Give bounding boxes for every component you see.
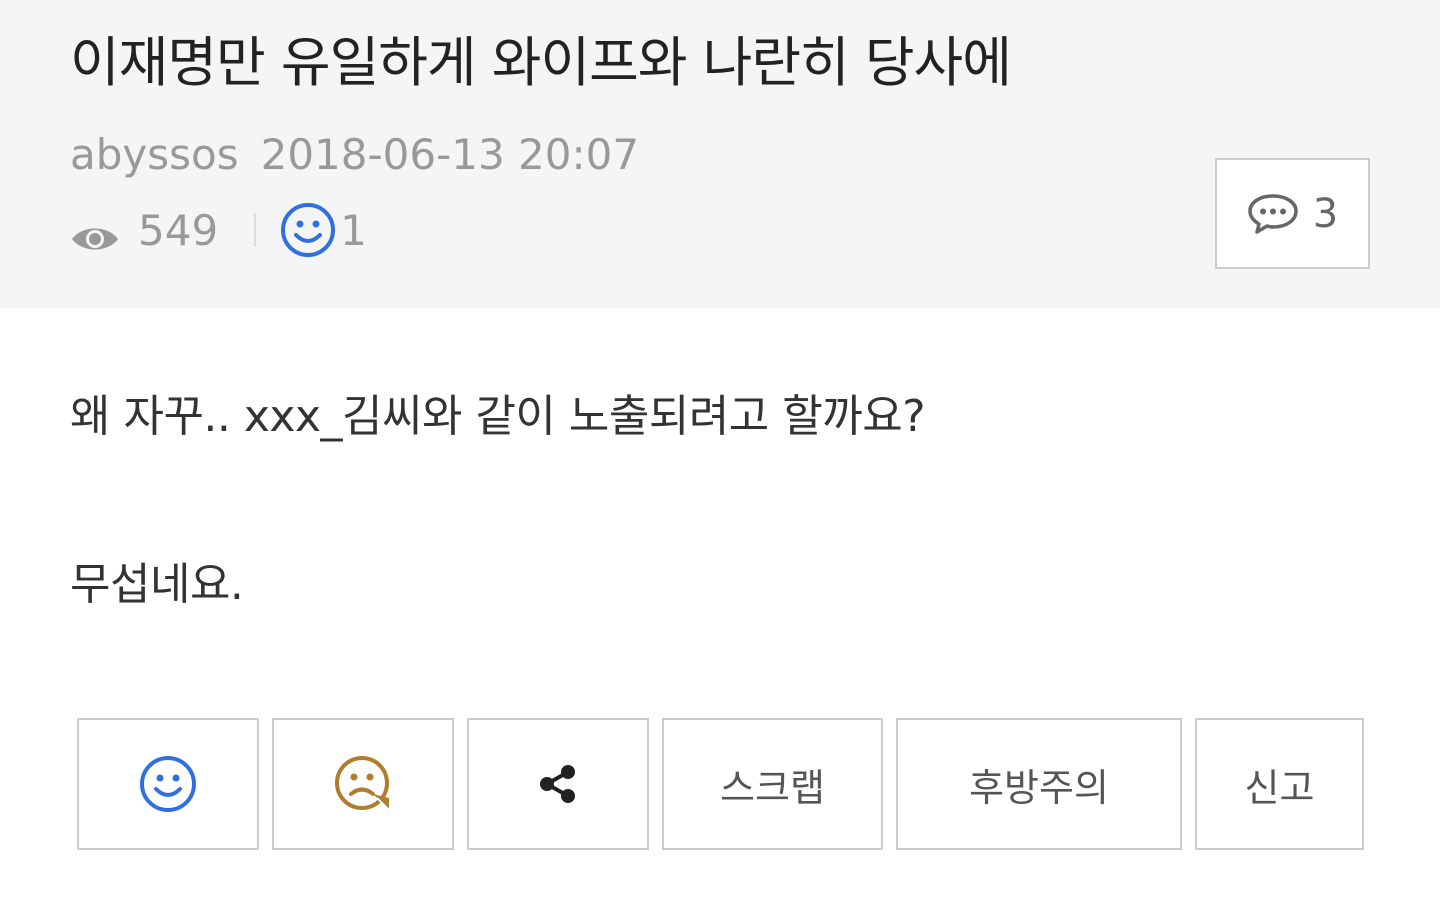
post-header: 이재명만 유일하게 와이프와 나란히 당사에 abyssos 2018-06-13… [0,0,1440,308]
post-date: 2018-06-13 20:07 [260,130,640,179]
post-body: 왜 자꾸.. xxx_김씨와 같이 노출되려고 할까요? 무섭네요. [70,386,1370,616]
eye-icon [70,215,120,250]
like-button[interactable] [77,718,259,850]
smile-icon [139,755,197,813]
comment-count-button[interactable]: 3 [1215,158,1370,269]
scrap-button[interactable]: 스크랩 [662,718,883,850]
stats-divider [254,213,257,247]
share-button[interactable] [467,718,649,850]
smile-icon [280,202,336,258]
post-body-line: 무섭네요. [70,559,244,610]
dislike-button[interactable] [272,718,454,850]
share-icon [537,763,579,805]
post-body-line: 왜 자꾸.. xxx_김씨와 같이 노출되려고 할까요? [70,391,926,442]
frown-icon [333,754,393,814]
comment-bubble-icon [1247,193,1299,235]
report-label: 신고 [1244,765,1315,810]
like-count: 1 [340,205,367,255]
post-author[interactable]: abyssos [70,130,239,179]
caution-button[interactable]: 후방주의 [896,718,1182,850]
caution-label: 후방주의 [969,765,1109,810]
report-button[interactable]: 신고 [1195,718,1364,850]
comment-count: 3 [1312,190,1339,237]
post-stats: 549 1 [70,202,367,258]
post-meta: abyssos 2018-06-13 20:07 [70,128,639,182]
scrap-label: 스크랩 [720,765,825,810]
view-count: 549 [138,205,219,255]
post-title: 이재명만 유일하게 와이프와 나란히 당사에 [70,31,1012,94]
